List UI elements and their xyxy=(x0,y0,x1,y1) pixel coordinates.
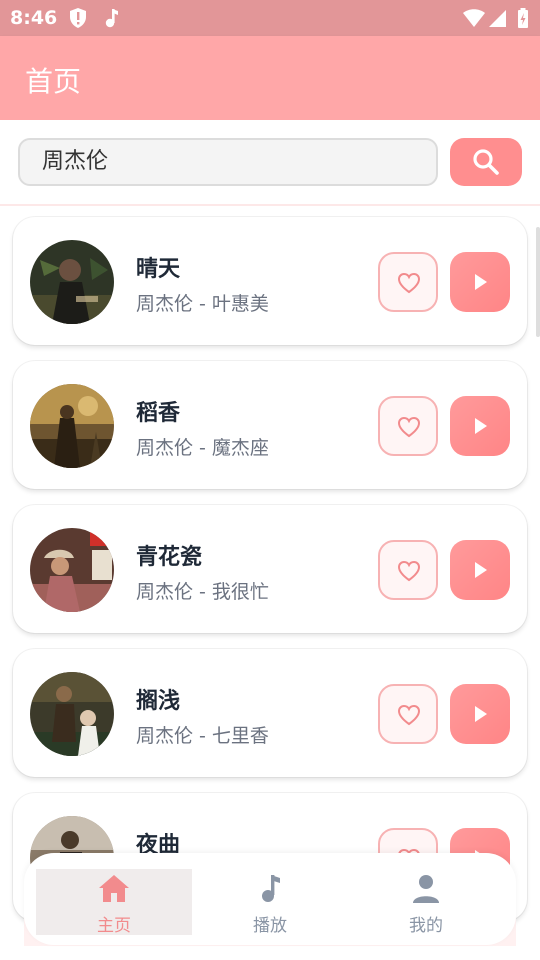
album-cover xyxy=(30,240,114,324)
heart-icon xyxy=(397,416,421,438)
song-artist-album: 周杰伦 - 我很忙 xyxy=(136,581,269,603)
battery-charging-icon xyxy=(518,8,528,28)
home-icon xyxy=(99,875,129,902)
status-time: 8:46 xyxy=(10,7,58,29)
bottom-nav: 主页 播放 我的 xyxy=(24,853,516,945)
nav-item-home[interactable]: 主页 xyxy=(36,869,192,936)
shield-alert-icon xyxy=(70,8,86,28)
song-title: 稻香 xyxy=(136,401,181,426)
search-button[interactable] xyxy=(450,138,522,186)
nav-item-play[interactable]: 播放 xyxy=(192,869,348,936)
like-button[interactable] xyxy=(378,540,438,600)
play-icon xyxy=(475,274,487,290)
play-icon xyxy=(475,706,487,722)
song-list[interactable]: 晴天 周杰伦 - 叶惠美 稻香 周杰伦 - 魔杰座 青花瓷 周杰伦 - 我很忙 … xyxy=(0,206,540,960)
heart-icon xyxy=(397,560,421,582)
song-artist-album: 周杰伦 - 七里香 xyxy=(136,725,269,747)
song-title: 青花瓷 xyxy=(136,545,203,570)
nav-item-profile[interactable]: 我的 xyxy=(348,869,504,936)
search-bar: 周杰伦 xyxy=(0,120,540,206)
song-artist-album: 周杰伦 - 叶惠美 xyxy=(136,293,269,315)
song-card[interactable]: 搁浅 周杰伦 - 七里香 xyxy=(13,649,527,777)
nav-label-home: 主页 xyxy=(97,916,131,936)
music-note-icon xyxy=(262,875,280,902)
like-button[interactable] xyxy=(378,684,438,744)
play-icon xyxy=(475,562,487,578)
play-icon xyxy=(475,418,487,434)
play-button[interactable] xyxy=(450,540,510,600)
song-title: 搁浅 xyxy=(136,689,181,714)
song-card[interactable]: 晴天 周杰伦 - 叶惠美 xyxy=(13,217,540,345)
nav-label-profile: 我的 xyxy=(409,916,443,936)
album-cover xyxy=(30,672,114,756)
heart-icon xyxy=(397,272,421,294)
app-bar: 首页 xyxy=(0,36,540,120)
search-icon xyxy=(473,149,499,175)
play-button[interactable] xyxy=(450,396,510,456)
nav-label-play: 播放 xyxy=(253,916,287,936)
song-artist-album: 周杰伦 - 魔杰座 xyxy=(136,437,269,459)
like-button[interactable] xyxy=(378,396,438,456)
song-card[interactable]: 稻香 周杰伦 - 魔杰座 xyxy=(13,361,527,489)
cellular-signal-icon xyxy=(489,10,506,27)
album-cover xyxy=(30,384,114,468)
scrollbar[interactable] xyxy=(536,227,540,337)
song-card[interactable]: 青花瓷 周杰伦 - 我很忙 xyxy=(13,505,527,633)
play-button[interactable] xyxy=(450,252,510,312)
heart-icon xyxy=(397,704,421,726)
album-cover xyxy=(30,528,114,612)
person-icon xyxy=(413,875,439,903)
like-button[interactable] xyxy=(378,252,438,312)
play-button[interactable] xyxy=(450,684,510,744)
song-title: 晴天 xyxy=(136,257,181,282)
page-title: 首页 xyxy=(25,65,82,98)
search-input[interactable]: 周杰伦 xyxy=(18,138,438,186)
wifi-icon xyxy=(463,9,485,27)
status-bar: 8:46 xyxy=(0,0,540,36)
music-note-status-icon xyxy=(105,9,118,28)
